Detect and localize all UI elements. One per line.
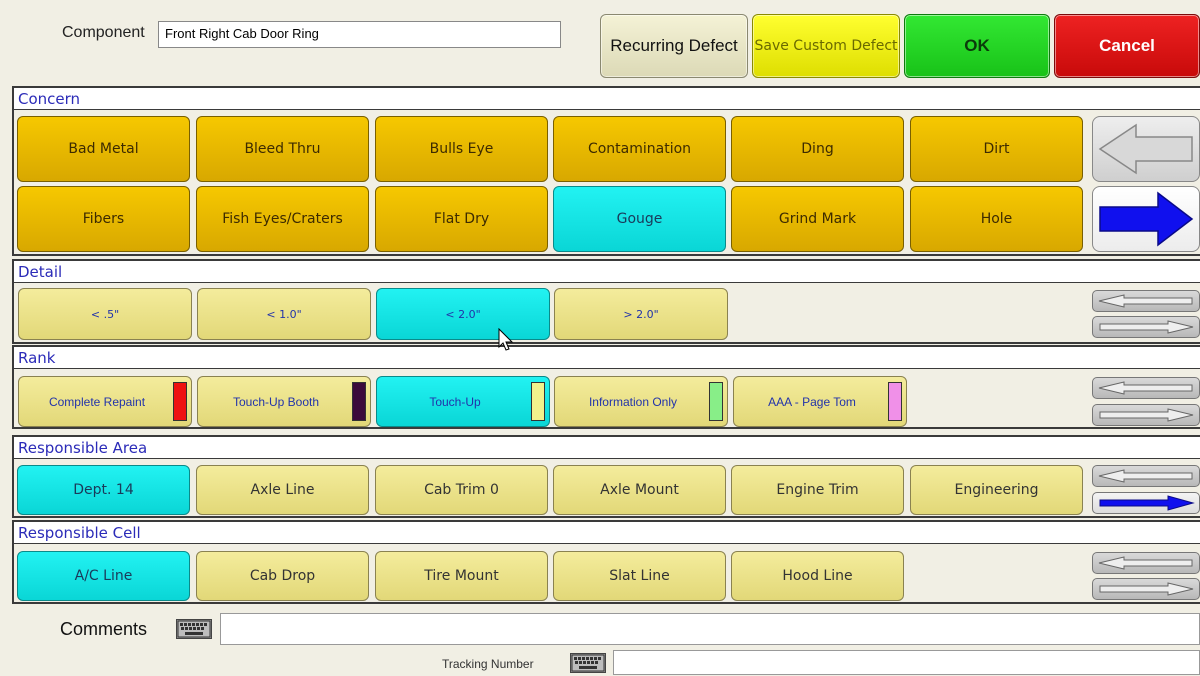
concern-option[interactable]: Dirt bbox=[910, 116, 1083, 182]
concern-option[interactable]: Bulls Eye bbox=[375, 116, 548, 182]
detail-next-button[interactable] bbox=[1092, 316, 1200, 338]
cancel-button[interactable]: Cancel bbox=[1054, 14, 1200, 78]
component-label: Component bbox=[62, 24, 145, 41]
arrow-left-icon bbox=[1098, 556, 1193, 570]
rank-color-swatch bbox=[352, 382, 366, 421]
detail-prev-button[interactable] bbox=[1092, 290, 1200, 312]
rank-option-label: Touch-Up Booth bbox=[232, 394, 320, 409]
rank-option-label: Complete Repaint bbox=[48, 394, 146, 409]
rank-option[interactable]: Information Only bbox=[554, 376, 728, 427]
tracking-keyboard-button[interactable] bbox=[570, 653, 606, 673]
concern-option[interactable]: Bleed Thru bbox=[196, 116, 369, 182]
rank-prev-button[interactable] bbox=[1092, 377, 1200, 399]
section-title-responsible-cell: Responsible Cell bbox=[14, 522, 1200, 544]
tracking-number-label: Tracking Number bbox=[442, 657, 534, 671]
comments-label: Comments bbox=[60, 619, 148, 639]
detail-option[interactable]: < .5" bbox=[18, 288, 192, 340]
arrow-right-icon bbox=[1099, 191, 1194, 247]
section-title-rank: Rank bbox=[14, 347, 1200, 369]
section-title-responsible-area: Responsible Area bbox=[14, 437, 1200, 459]
area-option[interactable]: Axle Line bbox=[196, 465, 369, 515]
rank-option-label: Information Only bbox=[588, 394, 678, 409]
arrow-left-icon bbox=[1098, 123, 1193, 175]
rank-color-swatch bbox=[888, 382, 902, 421]
concern-option-selected[interactable]: Gouge bbox=[553, 186, 726, 252]
arrow-left-icon bbox=[1098, 469, 1193, 483]
keyboard-icon bbox=[571, 654, 605, 672]
rank-next-button[interactable] bbox=[1092, 404, 1200, 426]
comments-input[interactable] bbox=[220, 613, 1200, 645]
arrow-right-icon bbox=[1099, 495, 1195, 511]
recurring-defect-button[interactable]: Recurring Defect bbox=[600, 14, 748, 78]
concern-prev-button[interactable] bbox=[1092, 116, 1200, 182]
cell-option[interactable]: Slat Line bbox=[553, 551, 726, 601]
keyboard-icon bbox=[177, 620, 211, 638]
concern-option[interactable]: Bad Metal bbox=[17, 116, 190, 182]
area-option-selected[interactable]: Dept. 14 bbox=[17, 465, 190, 515]
rank-option-selected[interactable]: Touch-Up bbox=[376, 376, 550, 427]
rank-option-label: AAA - Page Tom bbox=[768, 394, 856, 409]
arrow-left-icon bbox=[1098, 294, 1193, 308]
save-custom-defect-button[interactable]: Save Custom Defect bbox=[752, 14, 900, 78]
comments-keyboard-button[interactable] bbox=[176, 619, 212, 639]
concern-option[interactable]: Ding bbox=[731, 116, 904, 182]
rank-color-swatch bbox=[709, 382, 723, 421]
cell-option-selected[interactable]: A/C Line bbox=[17, 551, 190, 601]
arrow-left-icon bbox=[1098, 381, 1193, 395]
area-next-button[interactable] bbox=[1092, 492, 1200, 514]
area-prev-button[interactable] bbox=[1092, 465, 1200, 487]
concern-next-button[interactable] bbox=[1092, 186, 1200, 252]
section-title-concern: Concern bbox=[14, 88, 1200, 110]
concern-option[interactable]: Contamination bbox=[553, 116, 726, 182]
detail-option[interactable]: > 2.0" bbox=[554, 288, 728, 340]
concern-option[interactable]: Fish Eyes/Craters bbox=[196, 186, 369, 252]
concern-option[interactable]: Grind Mark bbox=[731, 186, 904, 252]
tracking-number-input[interactable] bbox=[613, 650, 1200, 675]
responsible-area-section: Responsible Area Dept. 14 Axle Line Cab … bbox=[12, 435, 1200, 518]
area-option[interactable]: Axle Mount bbox=[553, 465, 726, 515]
rank-option[interactable]: AAA - Page Tom bbox=[733, 376, 907, 427]
concern-option[interactable]: Hole bbox=[910, 186, 1083, 252]
arrow-right-icon bbox=[1099, 320, 1194, 334]
detail-section: Detail < .5" < 1.0" < 2.0" > 2.0" bbox=[12, 259, 1200, 344]
rank-option-label: Touch-Up bbox=[429, 394, 481, 409]
cell-option[interactable]: Tire Mount bbox=[375, 551, 548, 601]
arrow-right-icon bbox=[1099, 408, 1194, 422]
concern-option[interactable]: Flat Dry bbox=[375, 186, 548, 252]
area-option[interactable]: Engine Trim bbox=[731, 465, 904, 515]
arrow-right-icon bbox=[1099, 582, 1194, 596]
mouse-cursor-icon bbox=[498, 328, 514, 351]
cell-option[interactable]: Hood Line bbox=[731, 551, 904, 601]
area-option[interactable]: Cab Trim 0 bbox=[375, 465, 548, 515]
responsible-cell-section: Responsible Cell A/C Line Cab Drop Tire … bbox=[12, 520, 1200, 604]
ok-button[interactable]: OK bbox=[904, 14, 1050, 78]
area-option[interactable]: Engineering bbox=[910, 465, 1083, 515]
concern-option[interactable]: Fibers bbox=[17, 186, 190, 252]
component-field[interactable]: Front Right Cab Door Ring bbox=[158, 21, 561, 48]
rank-color-swatch bbox=[173, 382, 187, 421]
rank-section: Rank Complete Repaint Touch-Up Booth Tou… bbox=[12, 345, 1200, 429]
rank-option[interactable]: Touch-Up Booth bbox=[197, 376, 371, 427]
cell-next-button[interactable] bbox=[1092, 578, 1200, 600]
detail-option[interactable]: < 1.0" bbox=[197, 288, 371, 340]
detail-option-selected[interactable]: < 2.0" bbox=[376, 288, 550, 340]
cell-option[interactable]: Cab Drop bbox=[196, 551, 369, 601]
rank-option[interactable]: Complete Repaint bbox=[18, 376, 192, 427]
concern-section: Concern Bad Metal Bleed Thru Bulls Eye C… bbox=[12, 86, 1200, 256]
cell-prev-button[interactable] bbox=[1092, 552, 1200, 574]
rank-color-swatch bbox=[531, 382, 545, 421]
section-title-detail: Detail bbox=[14, 261, 1200, 283]
